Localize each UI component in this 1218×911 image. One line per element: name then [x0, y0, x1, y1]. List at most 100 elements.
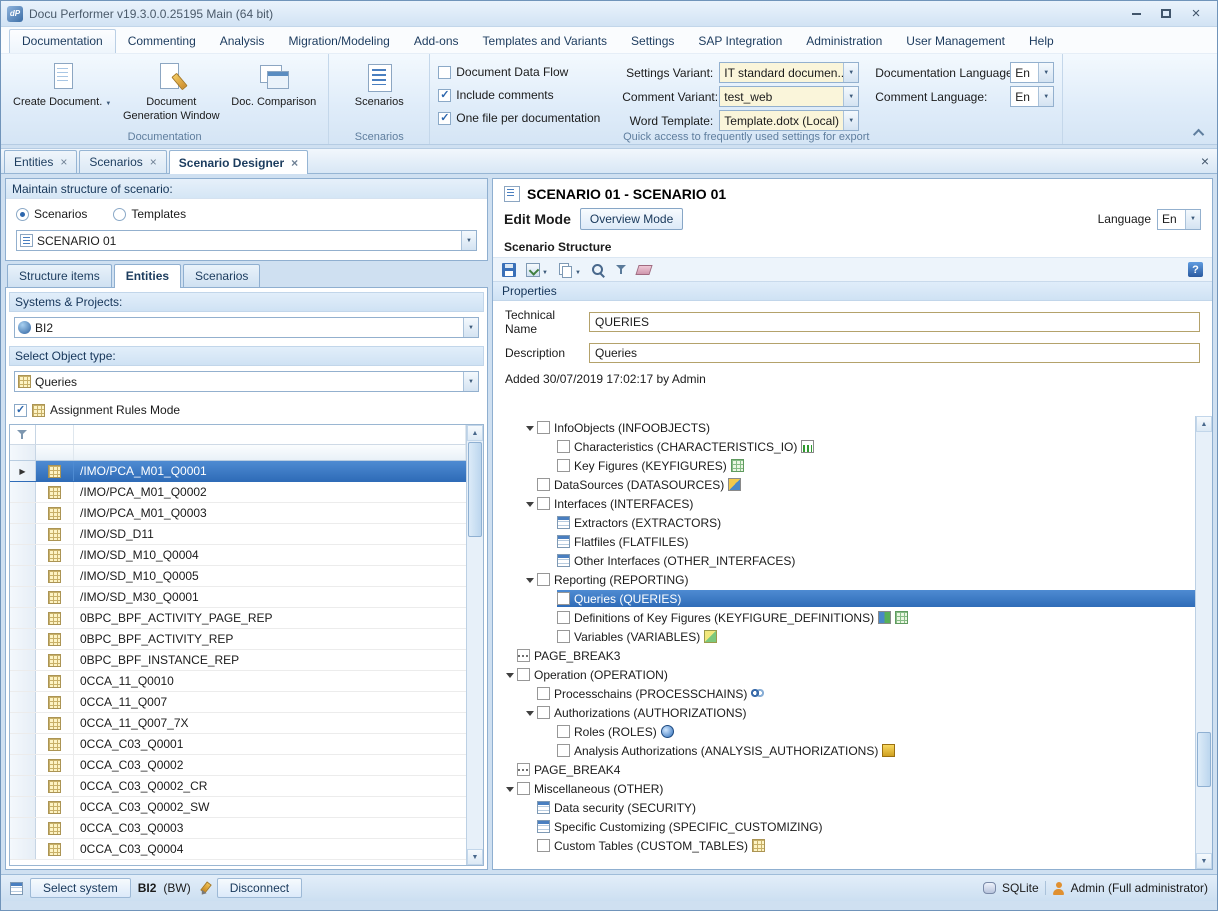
ribbon-button-doc-comparison[interactable]: Doc. Comparison [227, 58, 320, 124]
toolbar-copy-button[interactable] [558, 263, 581, 277]
tree-item-processchains-processchains[interactable]: Processchains (PROCESSCHAINS) [503, 684, 1195, 703]
chevron-down-icon[interactable] [503, 782, 517, 796]
header-cell-name[interactable] [74, 445, 466, 460]
close-tab-icon[interactable] [150, 155, 157, 169]
table-row[interactable]: 0CCA_C03_Q0002_SW [10, 797, 466, 818]
dropdown-arrow-icon[interactable] [843, 87, 858, 106]
filter-cell-icon[interactable] [36, 425, 74, 444]
dropdown-arrow-icon[interactable] [1185, 210, 1200, 229]
tree-item-extractors-extractors[interactable]: Extractors (EXTRACTORS) [503, 513, 1195, 532]
checkbox-icon[interactable] [557, 744, 570, 757]
scroll-up-icon[interactable] [1196, 416, 1212, 432]
checkbox-icon[interactable] [537, 497, 550, 510]
tree-item-data-security-security[interactable]: Data security (SECURITY) [503, 798, 1195, 817]
toolbar-clear-filter-button[interactable] [637, 265, 651, 275]
dropdown-arrow-icon[interactable] [463, 372, 478, 391]
ribbon-tab-migration-modeling[interactable]: Migration/Modeling [276, 29, 401, 53]
table-row[interactable]: 0BPC_BPF_ACTIVITY_PAGE_REP [10, 608, 466, 629]
close-tab-icon[interactable] [291, 156, 298, 170]
scrollbar-thumb[interactable] [468, 442, 482, 537]
checkbox-icon[interactable] [557, 630, 570, 643]
checkbox-icon[interactable] [557, 592, 570, 605]
tree-item-page-break4[interactable]: PAGE_BREAK4 [503, 760, 1195, 779]
ribbon-button-document-generation-window[interactable]: Document Generation Window [115, 58, 227, 124]
chevron-down-icon[interactable] [503, 668, 517, 682]
tree-item-queries-queries[interactable]: Queries (QUERIES) [503, 589, 1195, 608]
system-combo[interactable]: BI2 [14, 317, 479, 338]
tree-item-page-break3[interactable]: PAGE_BREAK3 [503, 646, 1195, 665]
language-combo[interactable]: En [1157, 209, 1201, 230]
tab-structure-items[interactable]: Structure items [7, 264, 112, 287]
dropdown-arrow-icon[interactable] [463, 318, 478, 337]
ribbon-tab-templates-and-variants[interactable]: Templates and Variants [471, 29, 620, 53]
tree-item-other-interfaces-other-interfaces[interactable]: Other Interfaces (OTHER_INTERFACES) [503, 551, 1195, 570]
header-cell-icon[interactable] [36, 445, 74, 460]
ribbon-tab-administration[interactable]: Administration [794, 29, 894, 53]
table-row[interactable]: 0CCA_C03_Q0002 [10, 755, 466, 776]
tab-scenarios[interactable]: Scenarios [183, 264, 260, 287]
table-row[interactable]: 0CCA_C03_Q0003 [10, 818, 466, 839]
checkbox-icon[interactable] [557, 440, 570, 453]
checkbox-icon[interactable] [517, 668, 530, 681]
ribbon-checkbox-one-file-per-documentation[interactable]: One file per documentation [438, 108, 606, 128]
ribbon-tab-help[interactable]: Help [1017, 29, 1066, 53]
document-tab-entities[interactable]: Entities [4, 150, 77, 173]
maximize-button[interactable] [1151, 4, 1181, 24]
technical-name-field[interactable]: QUERIES [589, 312, 1200, 332]
scenario-combo[interactable]: SCENARIO 01 [16, 230, 477, 251]
tree-item-specific-customizing-specific-customizing[interactable]: Specific Customizing (SPECIFIC_CUSTOMIZI… [503, 817, 1195, 836]
tree-item-miscellaneous-other[interactable]: Miscellaneous (OTHER) [503, 779, 1195, 798]
document-tab-scenario-designer[interactable]: Scenario Designer [169, 150, 308, 174]
radio-scenarios[interactable]: Scenarios [16, 207, 87, 221]
ribbon-tab-commenting[interactable]: Commenting [116, 29, 208, 53]
dropdown-arrow-icon[interactable] [461, 231, 476, 250]
table-row[interactable]: /IMO/SD_M10_Q0005 [10, 566, 466, 587]
scroll-down-icon[interactable] [1196, 853, 1212, 869]
tree-item-operation-operation[interactable]: Operation (OPERATION) [503, 665, 1195, 684]
table-row[interactable]: 0BPC_BPF_ACTIVITY_REP [10, 629, 466, 650]
table-row[interactable]: 0BPC_BPF_INSTANCE_REP [10, 650, 466, 671]
table-row[interactable]: 0CCA_C03_Q0001 [10, 734, 466, 755]
tree-item-analysis-authorizations-analysis-authorizations[interactable]: Analysis Authorizations (ANALYSIS_AUTHOR… [503, 741, 1195, 760]
dropdown-arrow-icon[interactable] [843, 111, 858, 130]
close-button[interactable] [1181, 4, 1211, 24]
toolbar-save-button[interactable] [502, 263, 516, 277]
ribbon-tab-sap-integration[interactable]: SAP Integration [686, 29, 794, 53]
tree-item-variables-variables[interactable]: Variables (VARIABLES) [503, 627, 1195, 646]
disconnect-button[interactable]: Disconnect [217, 878, 302, 898]
radio-templates[interactable]: Templates [113, 207, 186, 221]
combo-settings-variant[interactable]: IT standard documen... [719, 62, 859, 83]
table-row[interactable]: /IMO/PCA_M01_Q0001 [10, 461, 466, 482]
tree-item-interfaces-interfaces[interactable]: Interfaces (INTERFACES) [503, 494, 1195, 513]
dropdown-arrow-icon[interactable] [575, 263, 581, 277]
overview-mode-button[interactable]: Overview Mode [580, 208, 683, 230]
ribbon-button-create-document[interactable]: Create Document. [9, 58, 115, 124]
chevron-down-icon[interactable] [523, 421, 537, 435]
edit-system-icon[interactable] [198, 882, 210, 895]
combo-comment-variant[interactable]: test_web [719, 86, 859, 107]
close-panel-icon[interactable] [1201, 153, 1209, 169]
scroll-down-icon[interactable] [467, 849, 483, 865]
table-row[interactable]: /IMO/PCA_M01_Q0003 [10, 503, 466, 524]
checkbox-icon[interactable] [557, 459, 570, 472]
toolbar-export-button[interactable] [526, 263, 548, 277]
tree-item-infoobjects-infoobjects[interactable]: InfoObjects (INFOOBJECTS) [503, 418, 1195, 437]
filter-button-cell[interactable] [10, 425, 36, 444]
ribbon-checkbox-include-comments[interactable]: Include comments [438, 85, 606, 105]
tree-item-definitions-of-key-figures-keyfigure-definitions[interactable]: Definitions of Key Figures (KEYFIGURE_DE… [503, 608, 1195, 627]
table-row[interactable]: /IMO/SD_M10_Q0004 [10, 545, 466, 566]
tree-item-key-figures-keyfigures[interactable]: Key Figures (KEYFIGURES) [503, 456, 1195, 475]
dropdown-arrow-icon[interactable] [1038, 87, 1053, 106]
assignment-rules-checkbox[interactable] [14, 404, 27, 417]
tab-entities[interactable]: Entities [114, 264, 181, 288]
select-system-button[interactable]: Select system [30, 878, 131, 898]
description-field[interactable]: Queries [589, 343, 1200, 363]
ribbon-tab-analysis[interactable]: Analysis [208, 29, 277, 53]
checkbox-icon[interactable] [517, 782, 530, 795]
scrollbar-track[interactable] [467, 538, 483, 849]
combo-comment-language[interactable]: En [1010, 86, 1054, 107]
scrollbar-thumb[interactable] [1197, 732, 1211, 787]
help-icon[interactable] [1188, 262, 1203, 277]
chevron-down-icon[interactable] [523, 497, 537, 511]
tree-item-characteristics-characteristics-io[interactable]: Characteristics (CHARACTERISTICS_IO) [503, 437, 1195, 456]
